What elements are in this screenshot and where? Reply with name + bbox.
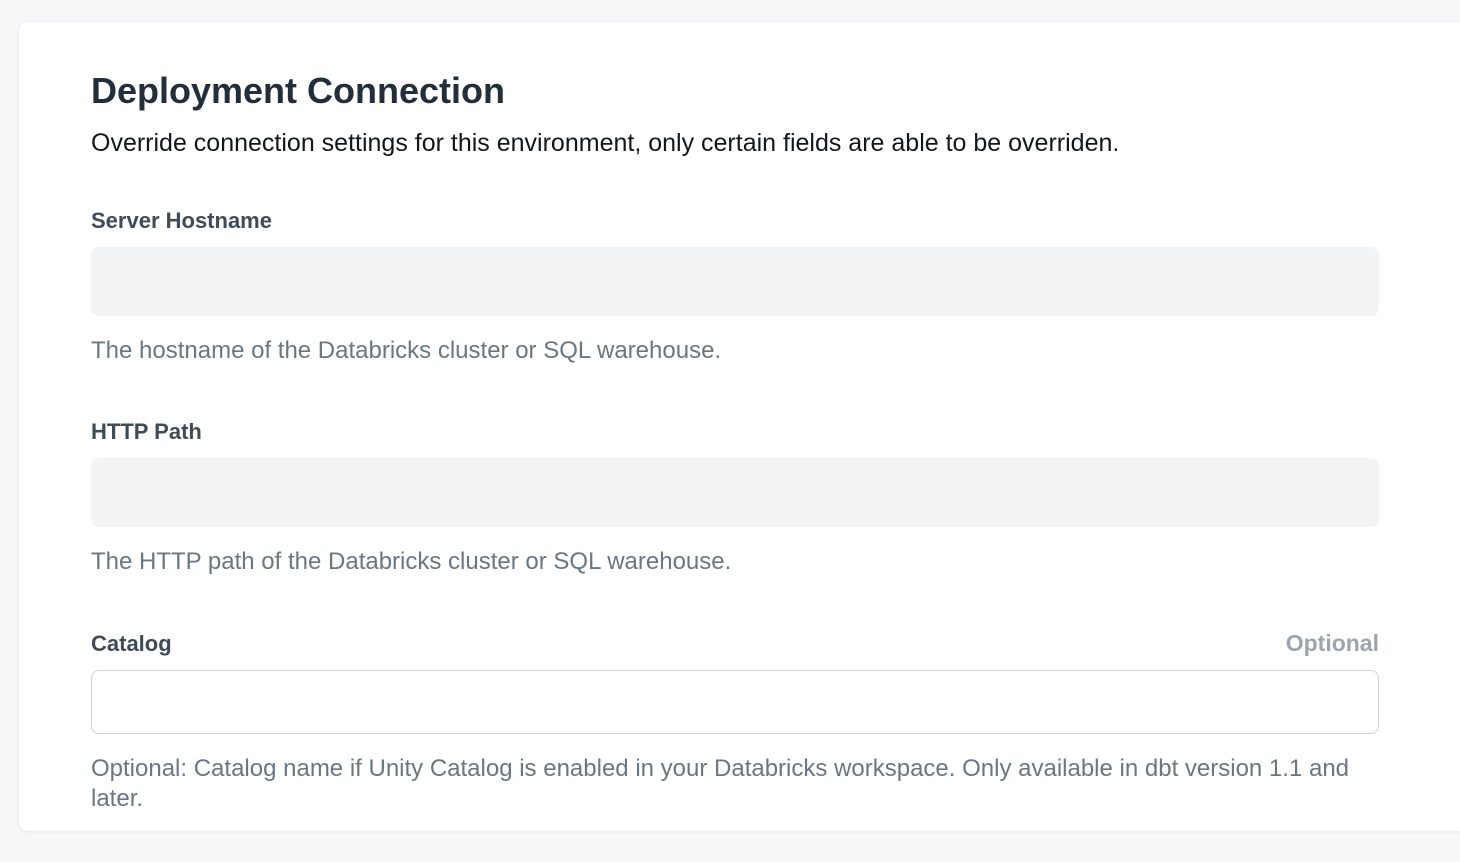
catalog-optional-tag: Optional	[1286, 629, 1379, 657]
http-path-field-group: HTTP Path The HTTP path of the Databrick…	[91, 418, 1379, 577]
http-path-input	[91, 458, 1379, 527]
http-path-label-row: HTTP Path	[91, 418, 1379, 446]
page-subtitle: Override connection settings for this en…	[91, 127, 1377, 159]
server-hostname-label-row: Server Hostname	[91, 207, 1379, 235]
catalog-label-row: Catalog Optional	[91, 629, 1379, 658]
catalog-input[interactable]	[91, 670, 1379, 734]
http-path-label: HTTP Path	[91, 418, 202, 446]
catalog-field-group: Catalog Optional Optional: Catalog name …	[91, 629, 1379, 814]
page-title: Deployment Connection	[91, 68, 1377, 113]
catalog-label: Catalog	[91, 630, 172, 658]
server-hostname-field-group: Server Hostname The hostname of the Data…	[91, 207, 1379, 366]
server-hostname-input	[91, 247, 1379, 316]
card-content: Deployment Connection Override connectio…	[19, 22, 1460, 862]
server-hostname-helper-text: The hostname of the Databricks cluster o…	[91, 336, 1379, 366]
http-path-helper-text: The HTTP path of the Databricks cluster …	[91, 547, 1379, 577]
server-hostname-label: Server Hostname	[91, 207, 272, 235]
catalog-helper-text: Optional: Catalog name if Unity Catalog …	[91, 754, 1379, 814]
deployment-connection-card: Deployment Connection Override connectio…	[18, 21, 1460, 832]
